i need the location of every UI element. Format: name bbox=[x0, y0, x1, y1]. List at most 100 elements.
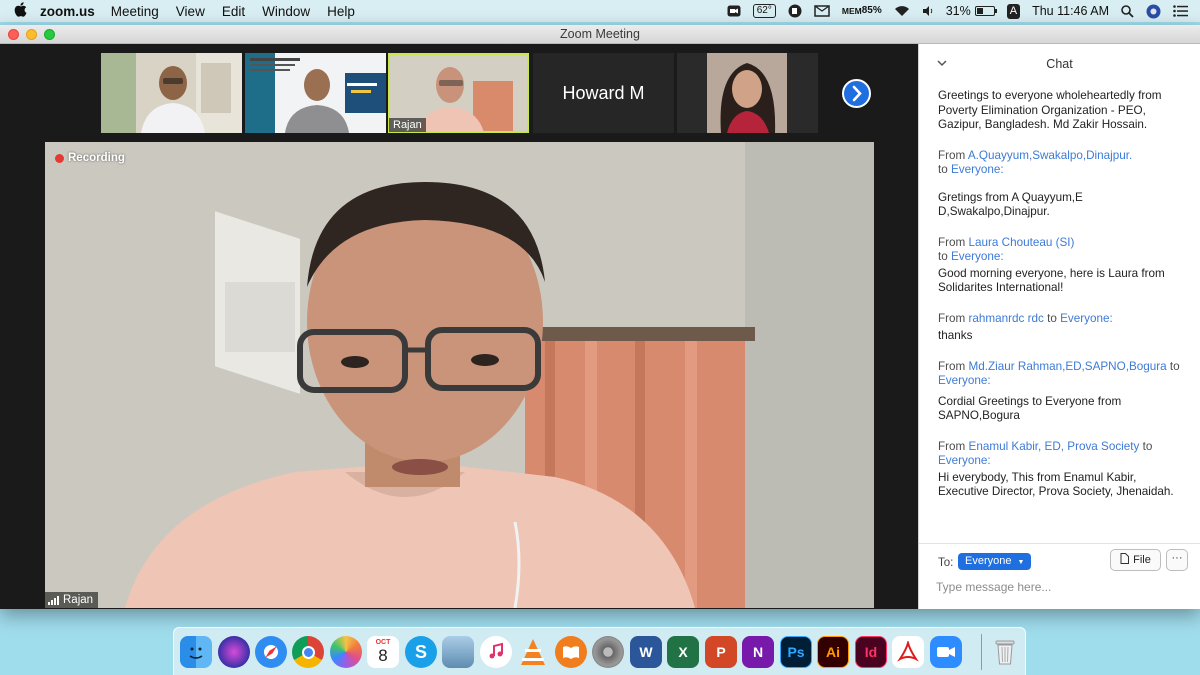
chat-recipient[interactable]: Everyone: bbox=[951, 163, 1004, 176]
siri-icon[interactable] bbox=[218, 636, 250, 668]
chat-title: Chat bbox=[1046, 57, 1073, 71]
chat-message-list[interactable]: Greetings to everyone wholeheartedly fro… bbox=[919, 84, 1200, 532]
powerpoint-icon[interactable]: P bbox=[705, 636, 737, 668]
menu-window[interactable]: Window bbox=[262, 4, 310, 19]
chat-sender[interactable]: Enamul Kabir, ED, Prova Society bbox=[969, 440, 1140, 453]
menu-view[interactable]: View bbox=[176, 4, 205, 19]
illustrator-icon[interactable]: Ai bbox=[817, 636, 849, 668]
chat-sender[interactable]: Md.Ziaur Rahman,ED,SAPNO,Bogura bbox=[969, 360, 1167, 373]
recording-dot-icon bbox=[55, 153, 64, 163]
chevron-right-icon bbox=[852, 85, 862, 102]
chat-recipient[interactable]: Everyone: bbox=[938, 454, 991, 467]
battery-icon bbox=[974, 6, 997, 16]
user-avatar-icon[interactable] bbox=[1146, 4, 1161, 19]
itunes-icon[interactable] bbox=[480, 636, 512, 668]
chat-message-input[interactable] bbox=[936, 580, 1186, 594]
chat-message: From A.Quayyum,Swakalpo,Dinajpur. to Eve… bbox=[938, 149, 1181, 220]
skype-icon[interactable]: S bbox=[405, 636, 437, 668]
acrobat-icon[interactable] bbox=[892, 636, 924, 668]
participant-name: Howard M bbox=[562, 82, 645, 103]
clock[interactable]: Thu 11:46 AM bbox=[1032, 4, 1109, 18]
spotlight-search-icon[interactable] bbox=[1121, 4, 1134, 18]
file-icon bbox=[1120, 553, 1130, 564]
zoom-meeting-window: Zoom Meeting Rajan Howard M Recording Ra… bbox=[0, 25, 1200, 609]
maximize-window-button[interactable] bbox=[44, 29, 55, 40]
recording-indicator[interactable]: Recording bbox=[55, 152, 125, 164]
participant-tile[interactable] bbox=[101, 53, 242, 133]
video-area: Rajan Howard M Recording Rajan bbox=[0, 44, 918, 609]
temperature-status[interactable]: 62° bbox=[752, 4, 776, 18]
participant-video bbox=[245, 53, 386, 133]
system-preferences-icon[interactable] bbox=[592, 636, 624, 668]
window-title: Zoom Meeting bbox=[560, 27, 640, 41]
notification-icon[interactable] bbox=[814, 4, 830, 18]
speaker-name: Rajan bbox=[63, 594, 94, 606]
recording-label: Recording bbox=[68, 152, 125, 164]
participant-tile[interactable] bbox=[677, 53, 818, 133]
menu-edit[interactable]: Edit bbox=[222, 4, 245, 19]
battery-percent: 31% bbox=[945, 4, 971, 18]
chat-recipient[interactable]: Everyone: bbox=[951, 250, 1004, 263]
camera-status-icon[interactable] bbox=[727, 5, 741, 17]
battery-status[interactable]: 31% bbox=[945, 4, 997, 18]
caret-down-icon: ▼ bbox=[1017, 559, 1025, 566]
onenote-icon[interactable]: N bbox=[742, 636, 774, 668]
calendar-icon[interactable]: OCT 8 bbox=[367, 636, 399, 668]
chat-sender[interactable]: rahmanrdc rdc bbox=[969, 312, 1044, 325]
apple-menu-icon[interactable] bbox=[0, 1, 40, 21]
menu-meeting[interactable]: Meeting bbox=[111, 4, 159, 19]
app-menu-zoom[interactable]: zoom.us bbox=[40, 4, 95, 19]
chat-sender[interactable]: Laura Chouteau (SI) bbox=[969, 236, 1075, 249]
recipient-value: Everyone bbox=[965, 555, 1012, 567]
zoom-icon[interactable] bbox=[930, 636, 962, 668]
participant-tile[interactable]: Howard M bbox=[533, 53, 674, 133]
word-icon[interactable]: W bbox=[630, 636, 662, 668]
more-options-button[interactable]: ··· bbox=[1166, 549, 1188, 571]
dock-separator bbox=[981, 634, 982, 670]
chat-sender[interactable]: A.Quayyum,Swakalpo,Dinajpur. bbox=[968, 149, 1132, 162]
desktop: zoom.us Meeting View Edit Window Help 62… bbox=[0, 0, 1200, 675]
evernote-icon[interactable] bbox=[788, 4, 802, 18]
participant-tile[interactable] bbox=[245, 53, 386, 133]
chrome-icon[interactable] bbox=[292, 636, 324, 668]
active-speaker-video[interactable]: Recording Rajan bbox=[45, 142, 874, 608]
volume-icon[interactable] bbox=[922, 5, 934, 17]
chat-message: From Enamul Kabir, ED, Prova Society to … bbox=[938, 440, 1181, 500]
calendar-day: 8 bbox=[378, 646, 388, 665]
trash-icon[interactable] bbox=[989, 636, 1021, 668]
chat-recipient[interactable]: Everyone: bbox=[938, 374, 991, 387]
excel-icon[interactable]: X bbox=[667, 636, 699, 668]
window-controls bbox=[8, 29, 55, 40]
chat-message-text: Cordial Greetings to Everyone from SAPNO… bbox=[938, 394, 1122, 423]
vlc-icon[interactable] bbox=[517, 636, 549, 668]
photoshop-icon[interactable]: Ps bbox=[780, 636, 812, 668]
chat-message-text: Gretings from A Quayyum,E D,Swakalpo,Din… bbox=[938, 190, 1083, 219]
input-source-icon[interactable]: A bbox=[1006, 3, 1021, 19]
participant-tile-active[interactable]: Rajan bbox=[388, 53, 529, 133]
chat-message-text: Good morning everyone, here is Laura fro… bbox=[938, 266, 1165, 295]
notification-center-icon[interactable] bbox=[1173, 5, 1188, 17]
minimize-window-button[interactable] bbox=[26, 29, 37, 40]
menu-help[interactable]: Help bbox=[327, 4, 355, 19]
next-participants-button[interactable] bbox=[842, 79, 871, 108]
chat-recipient[interactable]: Everyone: bbox=[1060, 312, 1113, 325]
chat-composer: To: Everyone ▼ File ··· bbox=[919, 543, 1200, 609]
preview-icon[interactable] bbox=[442, 636, 474, 668]
close-window-button[interactable] bbox=[8, 29, 19, 40]
indesign-icon[interactable]: Id bbox=[855, 636, 887, 668]
window-titlebar[interactable]: Zoom Meeting bbox=[0, 25, 1200, 44]
photos-icon[interactable] bbox=[330, 636, 362, 668]
chat-message: From Md.Ziaur Rahman,ED,SAPNO,Bogura to … bbox=[938, 359, 1180, 423]
wifi-icon[interactable] bbox=[894, 5, 910, 17]
chevron-down-icon[interactable] bbox=[937, 44, 947, 84]
recipient-select[interactable]: Everyone ▼ bbox=[958, 553, 1032, 570]
memory-status[interactable]: MEM 85% bbox=[842, 6, 882, 16]
finder-icon[interactable] bbox=[180, 636, 212, 668]
send-file-button[interactable]: File bbox=[1110, 549, 1161, 571]
books-icon[interactable] bbox=[555, 636, 587, 668]
safari-icon[interactable] bbox=[255, 636, 287, 668]
chat-message: Greetings to everyone wholeheartedly fro… bbox=[938, 89, 1181, 133]
dock: OCT 8 S W X P N Ps Ai Id bbox=[173, 627, 1026, 675]
to-label: To: bbox=[938, 557, 954, 569]
chat-message-text: thanks bbox=[938, 329, 973, 342]
